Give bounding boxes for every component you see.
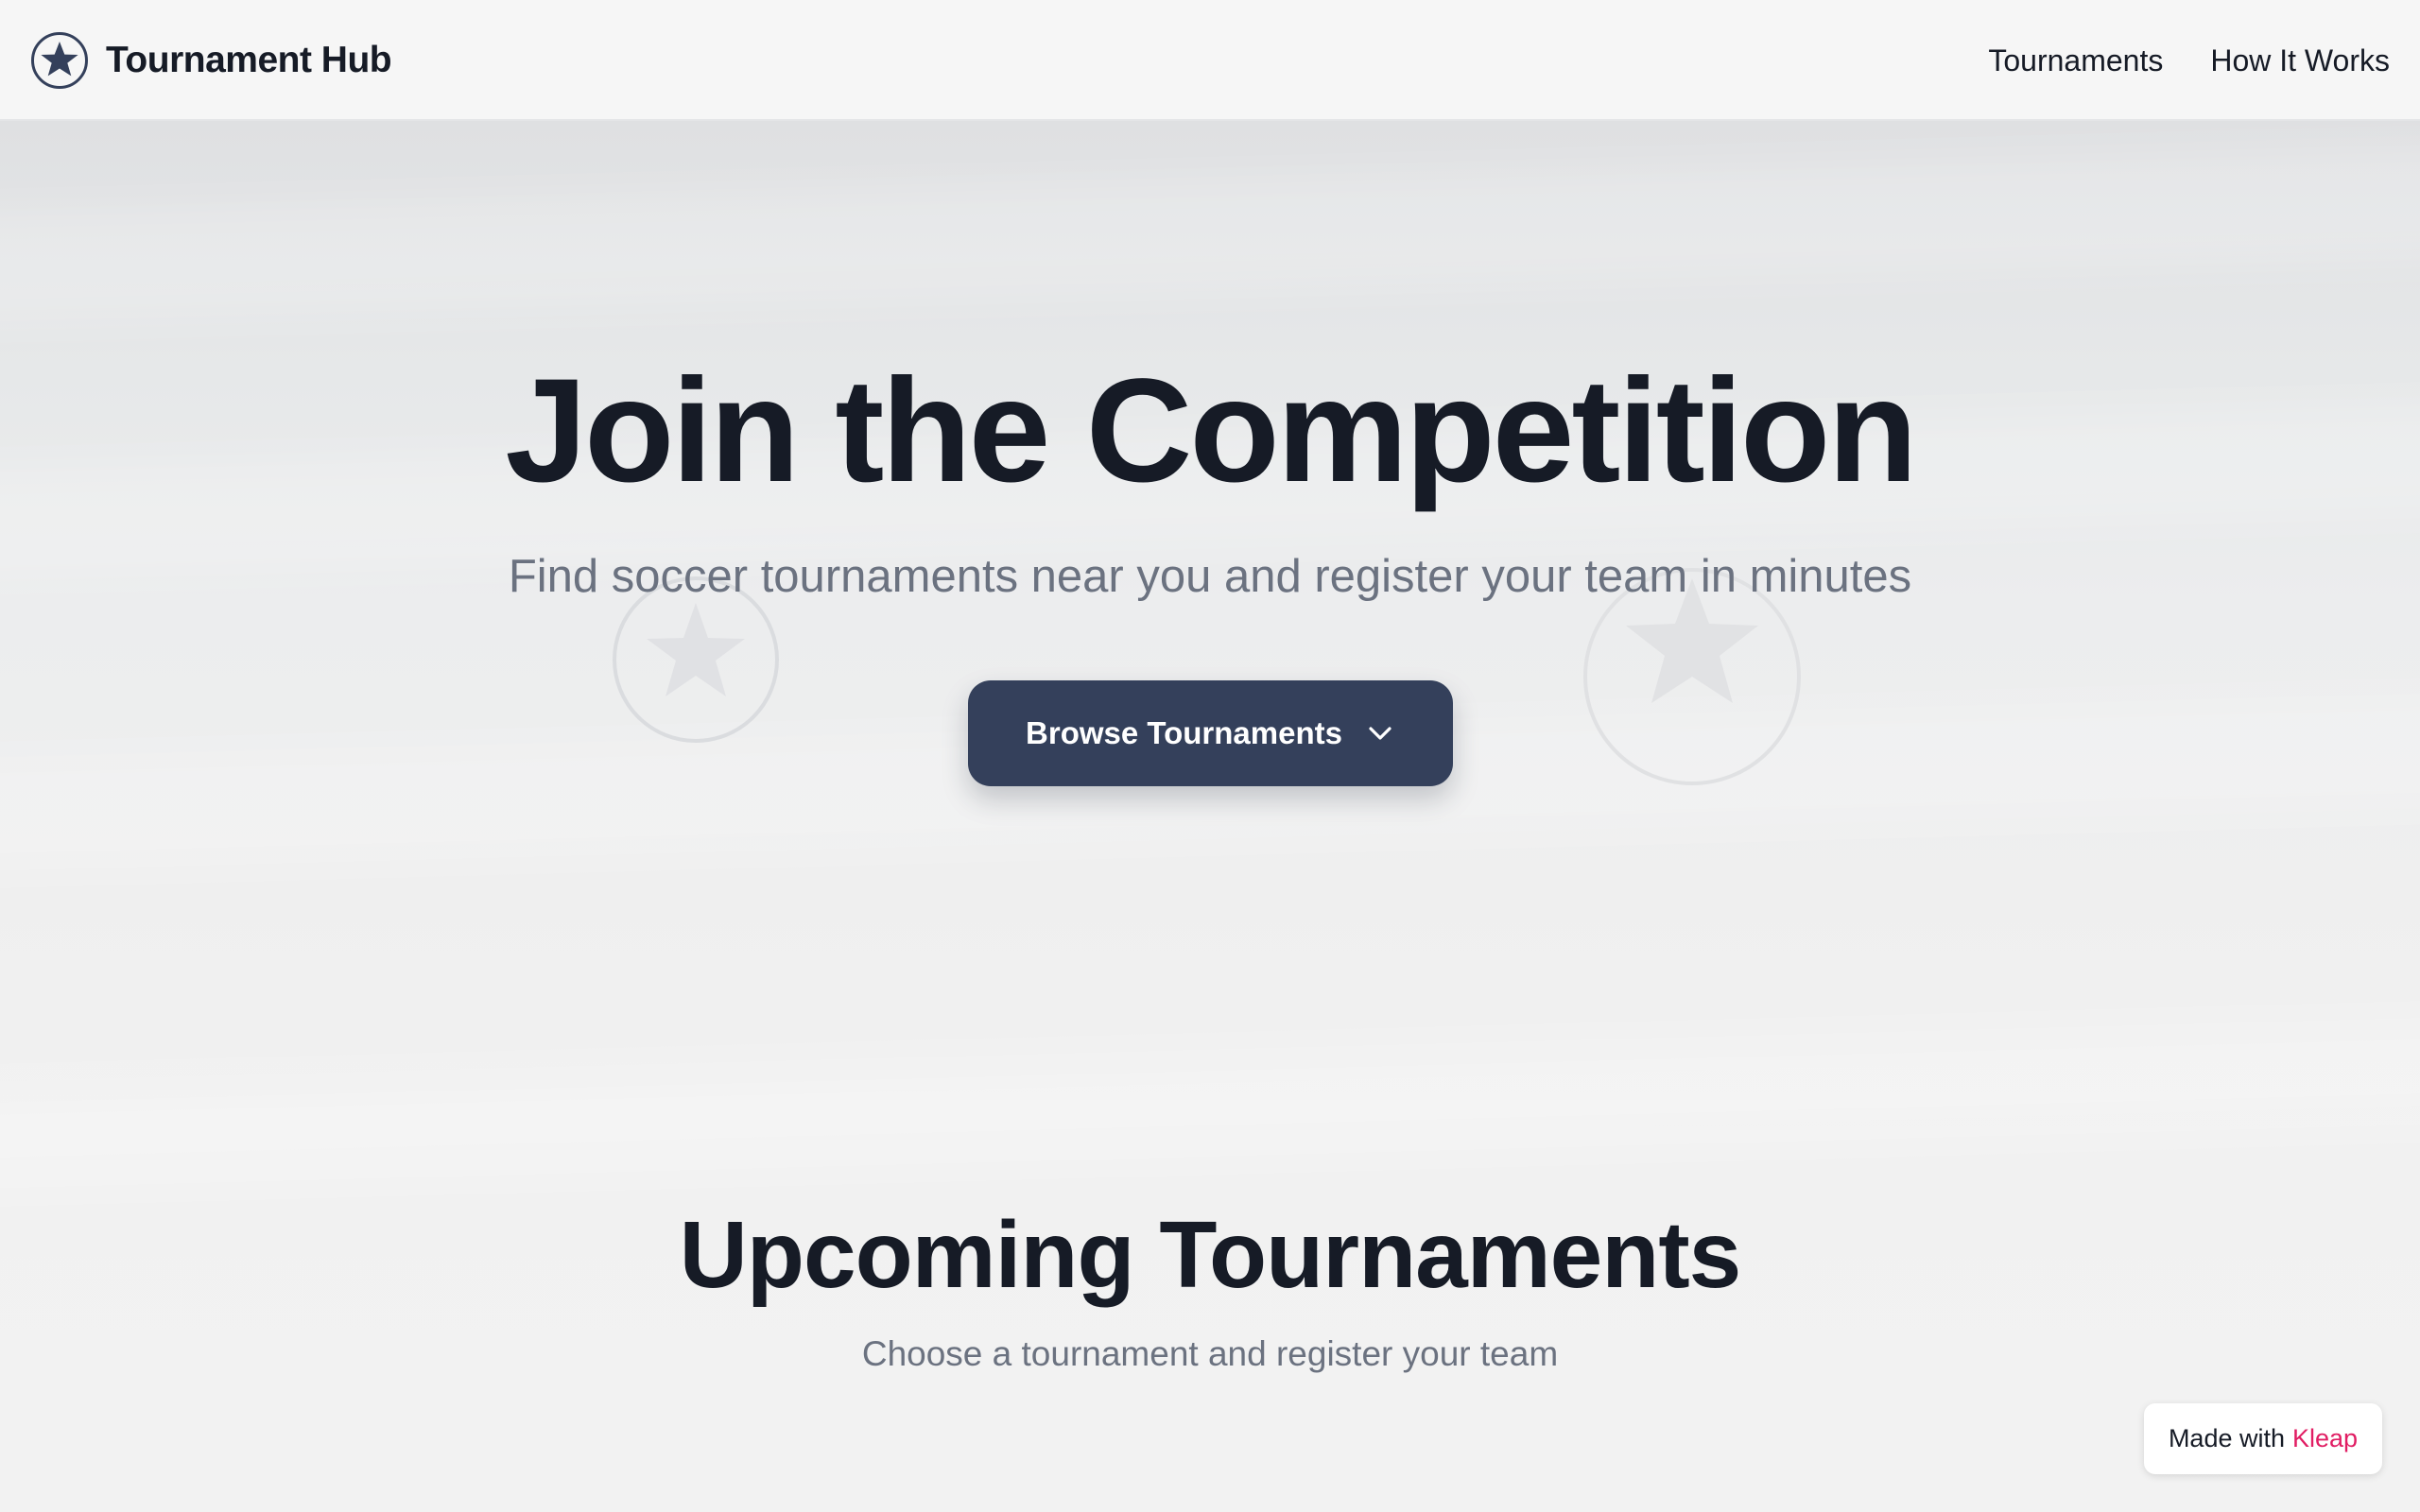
browse-tournaments-label: Browse Tournaments — [1026, 715, 1342, 750]
brand-name: Tournament Hub — [106, 40, 392, 80]
main-nav: Tournaments How It Works — [1941, 36, 2390, 85]
site-header: Tournament Hub Tournaments How It Works — [0, 0, 2420, 121]
hero-background-streak — [0, 140, 2420, 329]
nav-link-how-it-works[interactable]: How It Works — [2210, 43, 2390, 78]
made-with-prefix: Made with — [2168, 1424, 2285, 1452]
star-circle-icon — [31, 32, 88, 89]
browse-tournaments-button[interactable]: Browse Tournaments — [968, 680, 1453, 786]
nav-link-tournaments[interactable]: Tournaments — [1988, 43, 2163, 78]
hero-title: Join the Competition — [505, 349, 1917, 513]
upcoming-tournaments-subtitle: Choose a tournament and register your te… — [861, 1334, 1559, 1373]
upcoming-tournaments-title: Upcoming Tournaments — [679, 1202, 1742, 1308]
made-with-badge[interactable]: Made with Kleap — [2144, 1403, 2382, 1474]
chevron-down-icon — [1369, 727, 1392, 740]
brand-home-link[interactable]: Tournament Hub — [30, 30, 392, 91]
made-with-brand: Kleap — [2292, 1424, 2359, 1452]
hero-subtitle: Find soccer tournaments near you and reg… — [508, 551, 1912, 602]
hero-section: Join the Competition Find soccer tournam… — [0, 121, 2420, 1512]
hero-background-streak — [0, 1009, 2420, 1198]
